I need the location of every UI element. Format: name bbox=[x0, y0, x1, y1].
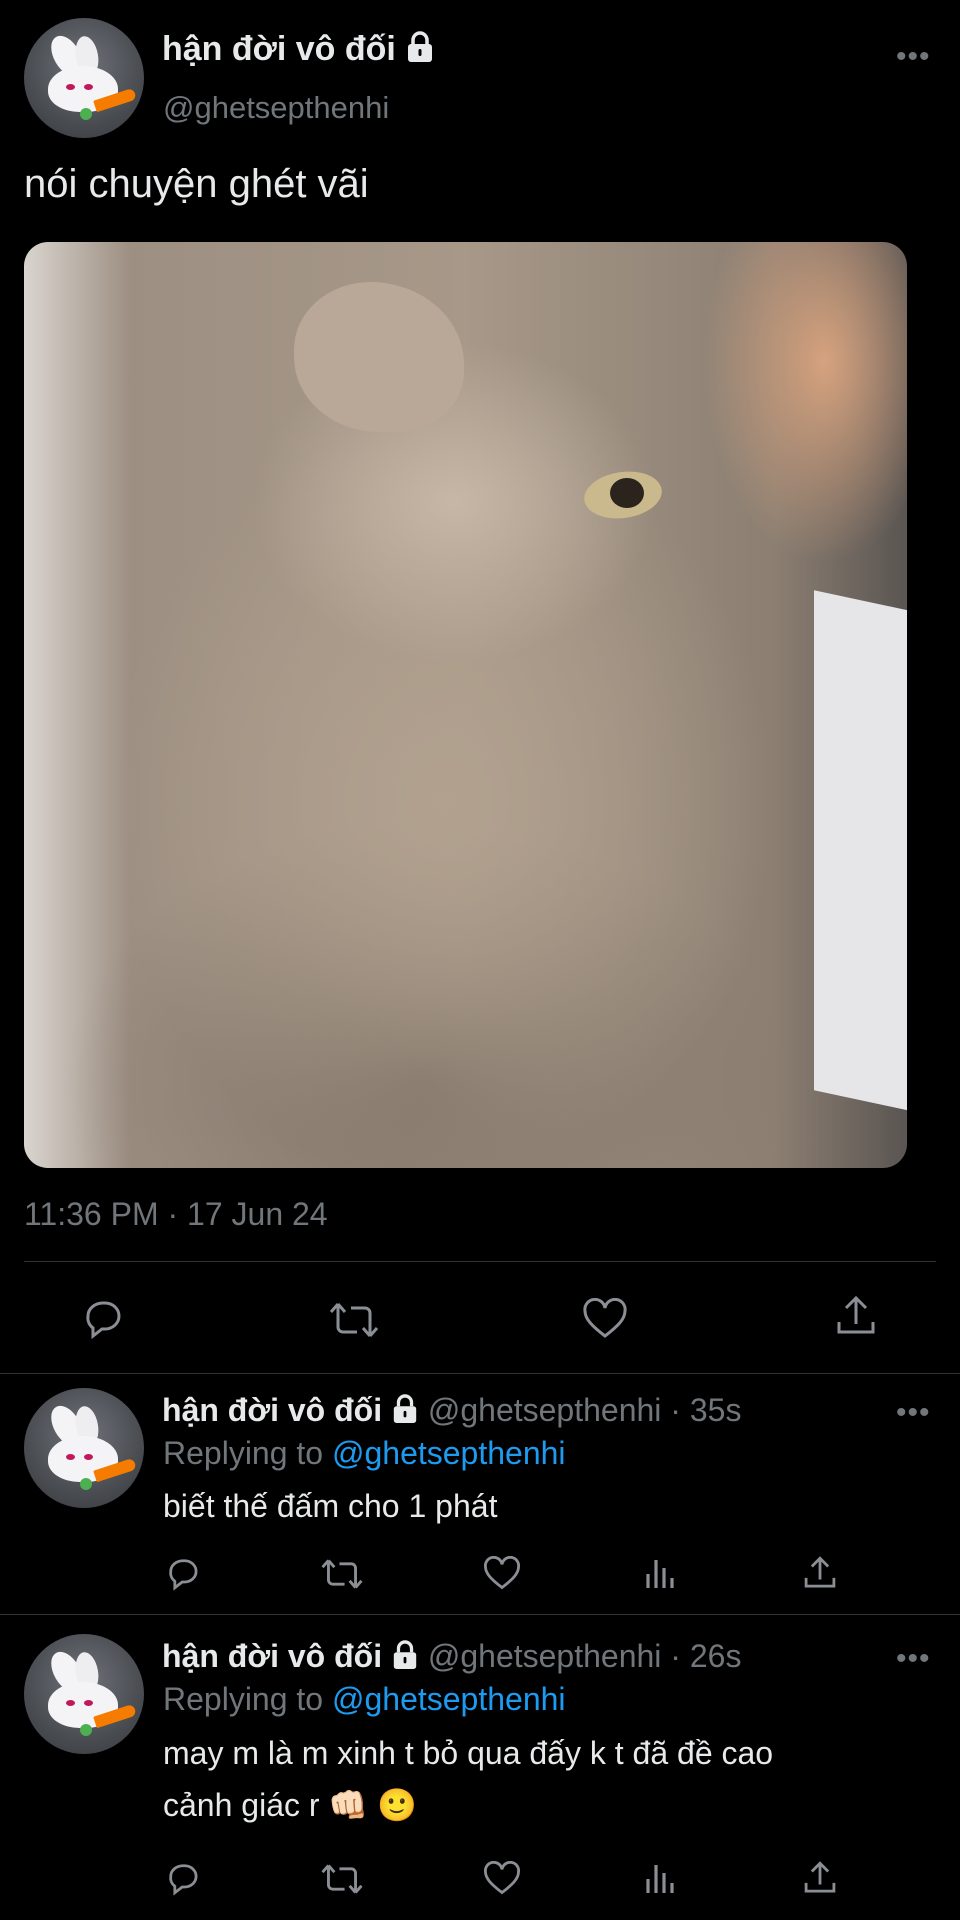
reply-header: hận đời vô đối @ghetsepthenhi · 35s bbox=[162, 1392, 741, 1432]
divider bbox=[0, 1614, 960, 1615]
replying-to: Replying to @ghetsepthenhi bbox=[163, 1681, 566, 1718]
avatar-bunny-eye bbox=[66, 1454, 75, 1460]
display-name[interactable]: hận đời vô đối bbox=[162, 1638, 382, 1674]
share-icon[interactable] bbox=[802, 1860, 838, 1896]
more-options-button[interactable]: ••• bbox=[896, 1642, 931, 1676]
avatar-bunny-eye bbox=[66, 84, 75, 90]
more-options-button[interactable]: ••• bbox=[896, 1396, 931, 1430]
replying-to: Replying to @ghetsepthenhi bbox=[163, 1435, 566, 1472]
avatar[interactable] bbox=[24, 1388, 144, 1508]
like-icon[interactable] bbox=[483, 1556, 521, 1591]
avatar-bunny-eye bbox=[66, 1700, 75, 1706]
avatar-leaf bbox=[80, 108, 92, 120]
replying-to-label: Replying to bbox=[163, 1681, 324, 1717]
tweet-text: nói chuyện ghét vãi bbox=[24, 162, 369, 206]
avatar-leaf bbox=[80, 1724, 92, 1736]
background-table bbox=[814, 590, 907, 1114]
reply-text: biết thế đấm cho 1 phát bbox=[163, 1488, 498, 1524]
share-icon[interactable] bbox=[834, 1294, 878, 1338]
author-handle[interactable]: @ghetsepthenhi bbox=[428, 1392, 662, 1428]
reply-time: · 35s bbox=[670, 1392, 742, 1428]
more-options-button[interactable]: ••• bbox=[896, 40, 931, 74]
author-handle[interactable]: @ghetsepthenhi bbox=[163, 90, 389, 126]
share-icon[interactable] bbox=[802, 1555, 838, 1591]
author-name[interactable]: hận đời vô đối bbox=[162, 30, 435, 72]
views-icon[interactable] bbox=[644, 1861, 678, 1895]
avatar[interactable] bbox=[24, 1634, 144, 1754]
reply-icon[interactable] bbox=[164, 1555, 202, 1591]
cat-ear bbox=[294, 282, 464, 432]
avatar-leaf bbox=[80, 1478, 92, 1490]
like-icon[interactable] bbox=[483, 1861, 521, 1896]
reply-icon[interactable] bbox=[164, 1860, 202, 1896]
tweet-media-image[interactable] bbox=[24, 242, 907, 1168]
replying-to-label: Replying to bbox=[163, 1435, 324, 1471]
reply-time: · 26s bbox=[670, 1638, 742, 1674]
retweet-icon[interactable] bbox=[328, 1300, 380, 1340]
replying-to-handle-link[interactable]: @ghetsepthenhi bbox=[332, 1681, 566, 1717]
replying-to-handle-link[interactable]: @ghetsepthenhi bbox=[332, 1435, 566, 1471]
display-name[interactable]: hận đời vô đối bbox=[162, 1392, 382, 1428]
reply-text-line-2: cảnh giác r 👊🏻 🙂 bbox=[163, 1787, 417, 1823]
divider bbox=[0, 1373, 960, 1374]
retweet-icon[interactable] bbox=[320, 1862, 364, 1896]
avatar[interactable] bbox=[24, 18, 144, 138]
reply-header: hận đời vô đối @ghetsepthenhi · 26s bbox=[162, 1638, 741, 1678]
display-name: hận đời vô đối bbox=[162, 30, 396, 68]
lock-icon bbox=[391, 1639, 419, 1678]
reply-icon[interactable] bbox=[80, 1296, 126, 1340]
avatar-bunny-eye bbox=[84, 1454, 93, 1460]
retweet-icon[interactable] bbox=[320, 1557, 364, 1591]
avatar-bunny-eye bbox=[84, 84, 93, 90]
views-icon[interactable] bbox=[644, 1556, 678, 1590]
divider bbox=[24, 1261, 936, 1262]
reply-text-line-1: may m là m xinh t bỏ qua đấy k t đã đề c… bbox=[163, 1735, 774, 1771]
tweet-timestamp[interactable]: 11:36 PM · 17 Jun 24 bbox=[24, 1196, 328, 1233]
cat-pupil bbox=[610, 478, 644, 508]
author-handle[interactable]: @ghetsepthenhi bbox=[428, 1638, 662, 1674]
like-icon[interactable] bbox=[582, 1298, 628, 1340]
lock-icon bbox=[405, 30, 435, 72]
lock-icon bbox=[391, 1393, 419, 1432]
avatar-bunny-eye bbox=[84, 1700, 93, 1706]
